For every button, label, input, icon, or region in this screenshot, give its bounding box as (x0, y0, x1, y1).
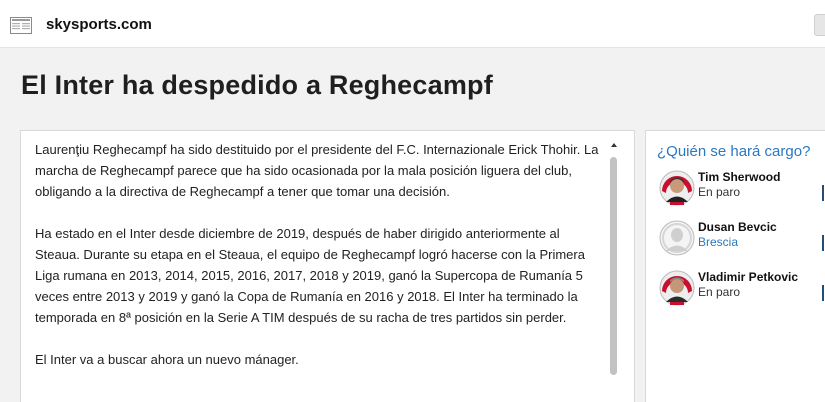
player-avatar-icon (658, 169, 696, 207)
scroll-thumb[interactable] (610, 157, 617, 375)
candidate-name: Vladimir Petkovic (698, 270, 799, 284)
article-body: Laurenţiu Reghecampf ha sido destituido … (35, 139, 607, 391)
candidates-title[interactable]: ¿Quién se hará cargo? (657, 143, 810, 160)
candidate-status: En paro (698, 285, 741, 299)
indicator-bar (822, 185, 824, 201)
candidates-panel: ¿Quién se hará cargo? Tim Sherwood En pa… (645, 130, 825, 402)
site-name: skysports.com (46, 16, 152, 33)
article-paragraph: Ha estado en el Inter desde diciembre de… (35, 226, 585, 325)
candidate-item[interactable]: Tim Sherwood En paro (656, 169, 825, 213)
page-title: El Inter ha despedido a Reghecampf (21, 70, 493, 100)
candidate-name: Dusan Bevcic (698, 220, 777, 234)
indicator-bar (822, 235, 824, 251)
candidate-status: En paro (698, 185, 741, 199)
candidate-name: Tim Sherwood (698, 170, 781, 184)
indicator-bar (822, 285, 824, 301)
article-paragraph: El Inter va a buscar ahora un nuevo mána… (35, 352, 299, 367)
player-avatar-icon (658, 269, 696, 307)
article-paragraph: Laurenţiu Reghecampf ha sido destituido … (35, 142, 599, 199)
candidate-club-link[interactable]: Brescia (698, 235, 738, 249)
player-placeholder-icon (658, 219, 696, 257)
scrollbar[interactable] (610, 137, 620, 377)
article-panel[interactable]: Laurenţiu Reghecampf ha sido destituido … (20, 130, 635, 402)
toolbar-button[interactable] (814, 14, 825, 36)
top-bar: skysports.com (0, 0, 825, 48)
reader-view-icon[interactable] (10, 17, 32, 34)
candidate-item[interactable]: Vladimir Petkovic En paro (656, 269, 825, 313)
scroll-up-arrow-icon[interactable] (611, 143, 617, 147)
candidate-item[interactable]: Dusan Bevcic Brescia (656, 219, 825, 263)
